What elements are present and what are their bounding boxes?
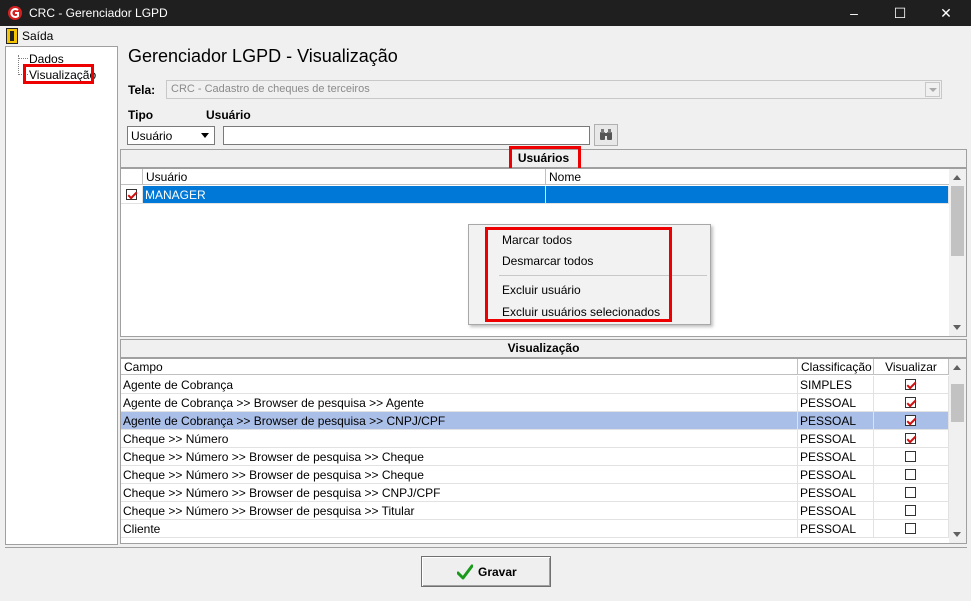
user-label: Usuário [206,108,251,122]
view-checkbox[interactable] [905,451,916,462]
classification-cell: PESSOAL [798,412,874,430]
menu-bar: Saída [0,26,971,46]
table-row[interactable]: Cheque >> Número >> Browser de pesquisa … [121,484,949,502]
minimize-button[interactable]: – [831,0,877,26]
close-button[interactable]: ✕ [923,0,969,26]
visualization-scrollbar[interactable] [949,359,966,543]
binoculars-icon [600,129,612,140]
menu-exit[interactable]: Saída [22,29,53,43]
screen-label: Tela: [128,83,156,97]
table-row[interactable]: MANAGER [121,186,949,204]
visualization-grid: Campo Classificação Visualizar Agente de… [120,358,967,544]
app-logo-icon [8,6,22,20]
table-row[interactable]: Cheque >> Número PESSOAL [121,430,949,448]
table-row[interactable]: Agente de Cobrança SIMPLES [121,376,949,394]
view-cell[interactable] [874,520,949,538]
save-button[interactable]: Gravar [421,556,551,587]
classification-cell: SIMPLES [798,376,874,394]
screen-select: CRC - Cadastro de cheques de terceiros [166,80,942,99]
classification-cell: PESSOAL [798,502,874,520]
col-field[interactable]: Campo [121,359,798,375]
view-checkbox[interactable] [905,379,916,390]
maximize-button[interactable]: ☐ [877,0,923,26]
classification-cell: PESSOAL [798,394,874,412]
view-cell[interactable] [874,376,949,394]
view-checkbox[interactable] [905,415,916,426]
view-checkbox[interactable] [905,487,916,498]
tree-line [18,58,28,59]
scroll-down-icon[interactable] [949,319,966,336]
classification-cell: PESSOAL [798,484,874,502]
view-cell[interactable] [874,394,949,412]
checkmark-icon [457,564,473,580]
navigation-tree: Dados Visualização [5,46,118,545]
view-checkbox[interactable] [905,523,916,534]
view-cell[interactable] [874,484,949,502]
field-cell: Agente de Cobrança >> Browser de pesquis… [121,412,798,430]
row-check-cell[interactable] [121,186,143,204]
field-cell: Cheque >> Número >> Browser de pesquisa … [121,502,798,520]
visualization-section-header: Visualização [120,339,967,358]
field-cell: Cheque >> Número >> Browser de pesquisa … [121,484,798,502]
search-button[interactable] [594,124,618,146]
users-col-check [121,169,143,185]
field-cell: Cheque >> Número [121,430,798,448]
scroll-down-icon[interactable] [949,526,966,543]
view-checkbox[interactable] [905,397,916,408]
field-cell: Cheque >> Número >> Browser de pesquisa … [121,466,798,484]
chevron-down-icon [925,82,940,97]
view-cell[interactable] [874,430,949,448]
classification-cell: PESSOAL [798,430,874,448]
annotation-highlight [23,64,94,84]
classification-cell: PESSOAL [798,520,874,538]
scroll-thumb[interactable] [951,384,964,422]
classification-cell: PESSOAL [798,466,874,484]
annotation-highlight [485,227,672,322]
view-cell[interactable] [874,412,949,430]
type-label: Tipo [128,108,154,122]
view-checkbox[interactable] [905,469,916,480]
field-cell: Cliente [121,520,798,538]
users-col-user[interactable]: Usuário [143,169,546,185]
scroll-up-icon[interactable] [949,169,966,186]
classification-cell: PESSOAL [798,448,874,466]
view-checkbox[interactable] [905,505,916,516]
type-select-value: Usuário [131,129,173,143]
table-row[interactable]: Cheque >> Número >> Browser de pesquisa … [121,466,949,484]
users-scrollbar[interactable] [949,169,966,336]
name-cell[interactable] [546,186,949,204]
chevron-down-icon[interactable] [198,128,213,143]
users-col-name[interactable]: Nome [546,169,949,185]
field-cell: Agente de Cobrança >> Browser de pesquis… [121,394,798,412]
user-input[interactable] [223,126,590,145]
field-cell: Agente de Cobrança [121,376,798,394]
view-cell[interactable] [874,502,949,520]
table-row[interactable]: Cheque >> Número >> Browser de pesquisa … [121,448,949,466]
scroll-up-icon[interactable] [949,359,966,376]
user-cell[interactable]: MANAGER [143,186,546,204]
view-checkbox[interactable] [905,433,916,444]
view-cell[interactable] [874,448,949,466]
title-bar: CRC - Gerenciador LGPD – ☐ ✕ [0,0,971,26]
type-select[interactable]: Usuário [127,126,215,145]
view-cell[interactable] [874,466,949,484]
col-classification[interactable]: Classificação [798,359,874,375]
field-cell: Cheque >> Número >> Browser de pesquisa … [121,448,798,466]
save-button-label: Gravar [478,565,517,579]
scroll-thumb[interactable] [951,186,964,256]
table-row[interactable]: Agente de Cobrança >> Browser de pesquis… [121,412,949,430]
page-title: Gerenciador LGPD - Visualização [128,46,398,66]
table-row[interactable]: Cheque >> Número >> Browser de pesquisa … [121,502,949,520]
row-checkbox[interactable] [126,189,137,200]
screen-select-value: CRC - Cadastro de cheques de terceiros [171,83,370,95]
col-view[interactable]: Visualizar [874,359,949,375]
exit-door-icon[interactable] [6,28,18,44]
table-row[interactable]: Agente de Cobrança >> Browser de pesquis… [121,394,949,412]
window-title: CRC - Gerenciador LGPD [29,6,168,20]
table-row[interactable]: Cliente PESSOAL [121,520,949,538]
